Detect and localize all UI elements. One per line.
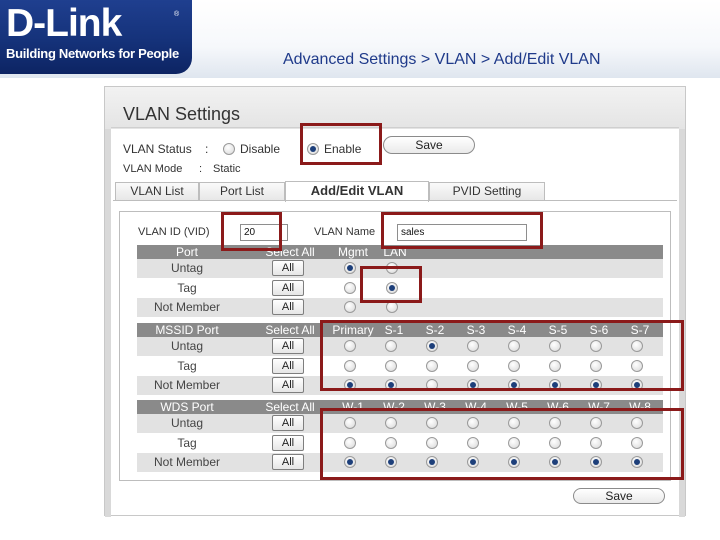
select-all-button[interactable]: All	[272, 260, 304, 276]
logo-tagline: Building Networks for People	[6, 46, 179, 61]
member-radio[interactable]	[344, 262, 356, 274]
highlight-mssid	[320, 320, 684, 391]
row-label: Tag	[177, 280, 197, 295]
select-all-button[interactable]: All	[272, 377, 304, 393]
save-button[interactable]: Save	[383, 136, 475, 154]
tab-vlan-list[interactable]: VLAN List	[115, 182, 199, 200]
select-all-button[interactable]: All	[272, 415, 304, 431]
wds-header-select-all: Select All	[265, 400, 315, 414]
select-all-button[interactable]: All	[272, 454, 304, 470]
mssid-header-port: MSSID Port	[155, 323, 219, 337]
status-disable-label: Disable	[240, 142, 281, 156]
row-label: Untag	[170, 339, 204, 353]
port-header-col: Mgmt	[338, 245, 368, 259]
row-label: Not Member	[153, 455, 221, 469]
row-label: Tag	[177, 435, 197, 450]
vlan-mode-value: Static	[213, 163, 241, 175]
row-label: Untag	[170, 261, 204, 275]
vlan-mode-label: VLAN Mode	[123, 163, 183, 175]
select-all-button[interactable]: All	[272, 357, 304, 374]
select-all-button[interactable]: All	[272, 299, 304, 315]
select-all-button[interactable]: All	[272, 434, 304, 451]
slide: D-Link ® Building Networks for People Ad…	[0, 0, 720, 540]
highlight-enable	[300, 123, 382, 165]
row-label: Not Member	[153, 378, 221, 392]
vlan-status-label: VLAN Status	[123, 142, 192, 156]
tab-divider	[113, 200, 677, 201]
highlight-wds	[320, 408, 684, 480]
breadcrumb: Advanced Settings > VLAN > Add/Edit VLAN	[283, 51, 601, 68]
row-label: Not Member	[153, 300, 221, 314]
logo-name: D-Link	[6, 2, 122, 45]
member-radio[interactable]	[344, 281, 356, 294]
row-label: Tag	[177, 358, 197, 373]
highlight-lan-tag	[360, 266, 422, 303]
vlan-status-colon: :	[205, 142, 209, 156]
vlan-mode-colon: :	[199, 163, 203, 175]
status-disable-radio[interactable]	[223, 143, 235, 155]
tab-port-list[interactable]: Port List	[199, 182, 285, 200]
tab-add-edit-vlan[interactable]: Add/Edit VLAN	[285, 181, 429, 202]
vlan-id-label: VLAN ID (VID)	[138, 226, 210, 238]
row-label: Untag	[170, 416, 204, 430]
select-all-button[interactable]: All	[272, 338, 304, 354]
page-title: VLAN Settings	[123, 104, 241, 124]
logo-registered-mark: ®	[174, 11, 180, 18]
wds-header-port: WDS Port	[160, 400, 214, 414]
highlight-vlan-id	[221, 212, 282, 251]
dlink-logo: D-Link ® Building Networks for People	[0, 0, 192, 74]
panel-border-left	[105, 129, 111, 517]
highlight-vlan-name	[381, 212, 543, 249]
divider	[111, 127, 679, 128]
mssid-header-select-all: Select All	[265, 323, 315, 337]
member-radio[interactable]	[344, 301, 356, 313]
tab-pvid-setting[interactable]: PVID Setting	[429, 182, 545, 200]
vlan-name-label: VLAN Name	[314, 226, 376, 238]
bottom-save-button[interactable]: Save	[573, 488, 665, 504]
select-all-button[interactable]: All	[272, 279, 304, 296]
